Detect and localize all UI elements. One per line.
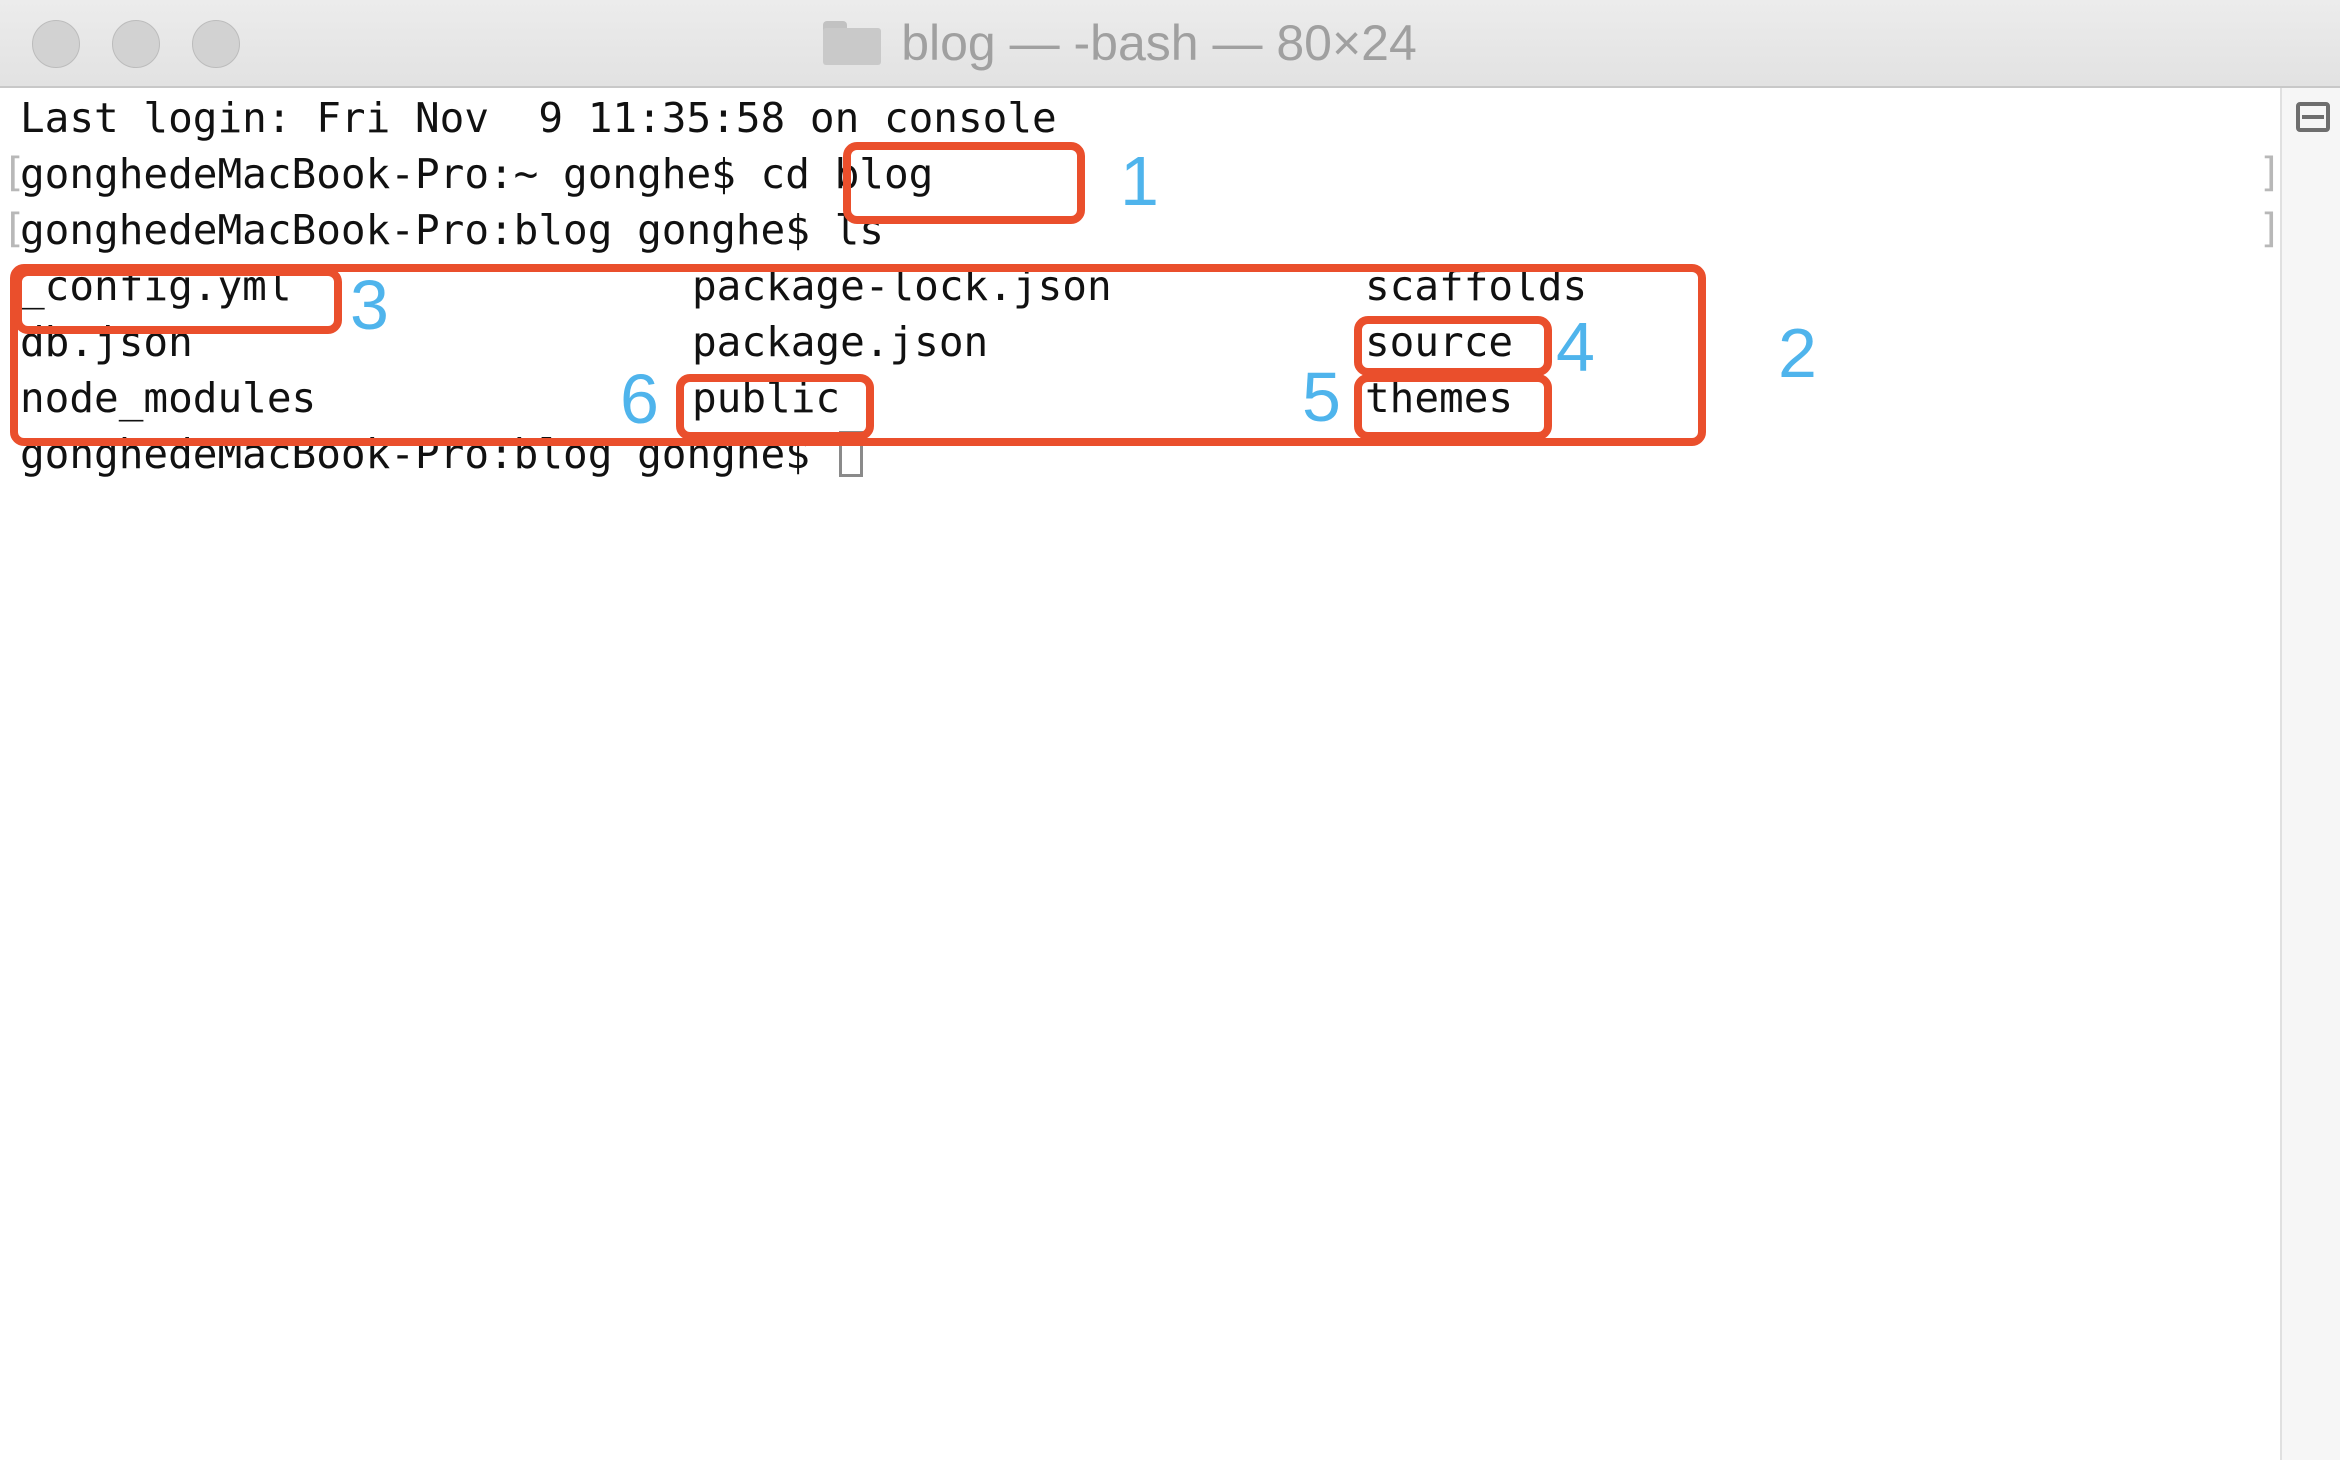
- window-title-container: blog — -bash — 80×24: [0, 0, 2340, 86]
- annotation-label-3: 3: [350, 266, 389, 344]
- line-marker-right: ]: [2258, 150, 2283, 196]
- annotation-label-6: 6: [620, 360, 659, 438]
- split-pane-icon[interactable]: [2296, 102, 2330, 132]
- terminal-window: blog — -bash — 80×24 Last login: Fri Nov…: [0, 0, 2340, 1460]
- window-title: blog — -bash — 80×24: [901, 15, 1417, 71]
- annotation-label-1: 1: [1120, 142, 1159, 220]
- annotation-box-1: [843, 142, 1085, 224]
- prompt-text: gonghedeMacBook-Pro:blog gonghe$: [20, 206, 835, 254]
- annotation-box-6: [676, 374, 874, 440]
- annotation-box-5: [1354, 374, 1552, 440]
- folder-icon: [823, 21, 882, 65]
- annotation-box-3: [14, 268, 342, 334]
- annotation-label-4: 4: [1556, 308, 1595, 386]
- last-login-line: Last login: Fri Nov 9 11:35:58 on consol…: [20, 94, 1057, 142]
- title-bar[interactable]: blog — -bash — 80×24: [0, 0, 2340, 88]
- prompt-line-cd: gonghedeMacBook-Pro:~ gonghe$ cd blog: [20, 146, 933, 202]
- annotation-label-5: 5: [1302, 358, 1341, 436]
- annotation-box-4: [1354, 316, 1552, 376]
- line-marker-right: ]: [2258, 206, 2283, 252]
- annotation-label-2: 2: [1778, 314, 1817, 392]
- prompt-text: gonghedeMacBook-Pro:~ gonghe$: [20, 150, 761, 198]
- scrollbar-track[interactable]: [2280, 88, 2340, 1460]
- prompt-line-ls: gonghedeMacBook-Pro:blog gonghe$ ls: [20, 202, 884, 258]
